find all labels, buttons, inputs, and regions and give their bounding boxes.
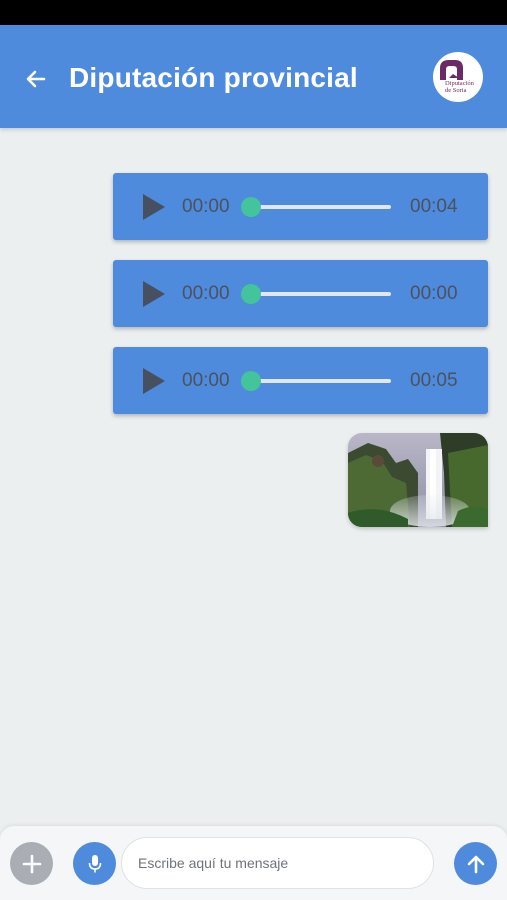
play-icon — [143, 368, 165, 394]
audio-duration: 00:00 — [410, 283, 458, 304]
audio-message: 00:00 00:04 — [113, 173, 488, 240]
status-bar — [0, 0, 507, 25]
audio-progress-thumb[interactable] — [241, 197, 261, 217]
page-title: Diputación provincial — [69, 62, 358, 93]
audio-progress-thumb[interactable] — [241, 284, 261, 304]
app-bar: Diputación provincial Diputación de Sori… — [0, 25, 507, 128]
audio-progress-track[interactable] — [250, 379, 391, 383]
arrow-left-icon — [26, 70, 46, 88]
audio-progress-thumb[interactable] — [241, 371, 261, 391]
image-message[interactable] — [348, 433, 488, 527]
composer-bar — [0, 826, 507, 900]
play-icon — [143, 194, 165, 220]
plus-icon — [22, 854, 41, 873]
audio-message: 00:00 00:05 — [113, 347, 488, 414]
arrow-up-icon — [467, 855, 484, 873]
audio-current-time: 00:00 — [182, 370, 230, 391]
diputacion-soria-logo-icon — [440, 60, 463, 80]
microphone-icon — [88, 854, 101, 872]
play-button[interactable] — [141, 280, 167, 308]
audio-duration: 00:04 — [410, 196, 458, 217]
audio-progress-track[interactable] — [250, 205, 391, 209]
add-attachment-button[interactable] — [10, 842, 53, 885]
record-audio-button[interactable] — [73, 842, 116, 885]
waterfall-photo — [348, 433, 488, 527]
send-button[interactable] — [454, 842, 497, 885]
audio-duration: 00:05 — [410, 370, 458, 391]
audio-current-time: 00:00 — [182, 196, 230, 217]
play-button[interactable] — [141, 193, 167, 221]
back-button[interactable] — [22, 65, 50, 93]
avatar[interactable]: Diputación de Soria — [433, 52, 483, 102]
play-button[interactable] — [141, 367, 167, 395]
audio-current-time: 00:00 — [182, 283, 230, 304]
message-input[interactable] — [121, 837, 434, 889]
audio-progress-track[interactable] — [250, 292, 391, 296]
play-icon — [143, 281, 165, 307]
avatar-logo-text: Diputación de Soria — [445, 80, 474, 94]
audio-message: 00:00 00:00 — [113, 260, 488, 327]
